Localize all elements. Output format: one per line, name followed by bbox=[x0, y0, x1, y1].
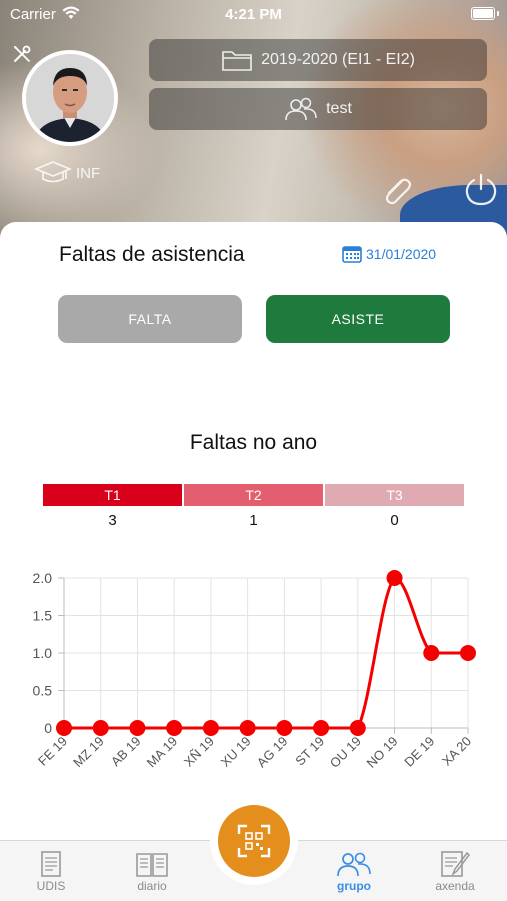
status-bar: Carrier 4:21 PM bbox=[0, 0, 507, 28]
power-icon[interactable] bbox=[463, 172, 499, 208]
term-bar-t3: T3 bbox=[325, 484, 464, 506]
tab-grupo-label: grupo bbox=[337, 879, 371, 893]
paperclip-icon[interactable] bbox=[378, 172, 416, 210]
notepad-pencil-icon bbox=[441, 851, 470, 877]
x-tick-label: MA 19 bbox=[144, 734, 181, 771]
data-point bbox=[166, 720, 183, 736]
date-label: 31/01/2020 bbox=[366, 246, 437, 262]
data-point bbox=[423, 645, 440, 661]
absent-button[interactable]: FALTA bbox=[58, 295, 242, 343]
date-picker[interactable]: 31/01/2020 bbox=[342, 245, 436, 263]
tools-icon[interactable] bbox=[12, 44, 32, 64]
absences-line-chart: 0 0.5 1.0 1.5 2.0 FE 19 MZ 19 AB 19 MA 19 XÑ 19 XU… bbox=[33, 570, 476, 771]
tab-udis-label: UDIS bbox=[36, 879, 66, 893]
page-title: Faltas de asistencia bbox=[59, 243, 245, 266]
avatar[interactable] bbox=[22, 50, 118, 146]
x-tick-label: NO 19 bbox=[363, 734, 400, 771]
scan-button-inner bbox=[218, 805, 290, 877]
data-point bbox=[92, 720, 109, 736]
term-count-t1: 3 bbox=[108, 512, 117, 529]
data-point bbox=[239, 720, 256, 736]
term-bar-t2: T2 bbox=[184, 484, 323, 506]
y-tick-label: 2.0 bbox=[33, 570, 53, 586]
group-label: test bbox=[326, 100, 352, 117]
tab-udis[interactable]: UDIS bbox=[11, 849, 91, 893]
tab-diario-label: diario bbox=[137, 879, 167, 893]
x-tick-label: MZ 19 bbox=[70, 734, 107, 771]
document-icon bbox=[41, 851, 61, 877]
tab-diario[interactable]: diario bbox=[112, 849, 192, 893]
data-point bbox=[276, 720, 293, 736]
group-icon bbox=[285, 97, 317, 121]
group-icon bbox=[337, 852, 371, 877]
x-tick-label: XA 20 bbox=[439, 734, 474, 769]
data-point bbox=[129, 720, 146, 736]
x-tick-label: AG 19 bbox=[254, 734, 291, 771]
y-tick-label: 0.5 bbox=[33, 683, 53, 699]
x-tick-label: AB 19 bbox=[108, 734, 144, 770]
data-point bbox=[460, 645, 476, 661]
battery-tip bbox=[497, 11, 499, 16]
x-tick-label: DE 19 bbox=[401, 734, 437, 770]
course-selector[interactable]: 2019-2020 (EI1 - EI2) bbox=[149, 39, 487, 81]
role-badge: INF bbox=[34, 160, 100, 186]
course-label: 2019-2020 (EI1 - EI2) bbox=[261, 51, 415, 68]
data-point bbox=[313, 720, 330, 736]
x-tick-label: XU 19 bbox=[218, 734, 254, 770]
y-tick-label: 1.0 bbox=[33, 645, 53, 661]
tab-axenda-label: axenda bbox=[435, 879, 475, 893]
y-tick-label: 1.5 bbox=[33, 608, 53, 624]
x-tick-label: OU 19 bbox=[327, 734, 364, 771]
y-tick-label: 0 bbox=[44, 720, 52, 736]
data-point bbox=[56, 720, 72, 736]
year-summary-title: Faltas no ano bbox=[189, 431, 318, 454]
term-bar-t1: T1 bbox=[43, 484, 182, 506]
term-count-t3: 0 bbox=[390, 512, 399, 529]
graduation-cap-icon bbox=[34, 161, 72, 183]
x-tick-label: ST 19 bbox=[292, 734, 327, 769]
tab-grupo[interactable]: grupo bbox=[314, 849, 394, 893]
present-button[interactable]: ASISTE bbox=[266, 295, 450, 343]
x-tick-label: FE 19 bbox=[35, 734, 70, 769]
folder-icon bbox=[222, 51, 252, 71]
clock: 4:21 PM bbox=[225, 6, 282, 23]
avatar-photo bbox=[26, 54, 114, 142]
term-count-t2: 1 bbox=[249, 512, 258, 529]
qr-scan-icon bbox=[237, 824, 271, 858]
data-point bbox=[349, 720, 366, 736]
x-tick-label: XÑ 19 bbox=[181, 734, 217, 770]
battery-icon bbox=[471, 7, 495, 20]
group-selector[interactable]: test bbox=[149, 88, 487, 130]
tab-axenda[interactable]: axenda bbox=[415, 849, 495, 893]
data-point bbox=[386, 570, 403, 586]
book-icon bbox=[136, 853, 168, 877]
role-label: INF bbox=[76, 164, 101, 182]
scan-button[interactable] bbox=[210, 797, 298, 885]
calendar-icon bbox=[342, 246, 362, 263]
data-point bbox=[202, 720, 219, 736]
